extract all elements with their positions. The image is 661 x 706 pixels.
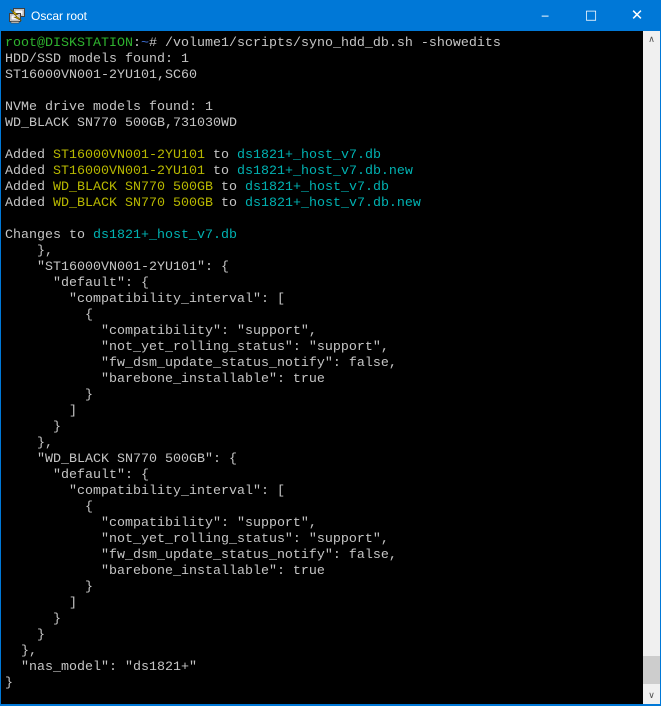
terminal-line: } — [5, 388, 643, 404]
scrollbar-track[interactable] — [643, 48, 660, 687]
terminal-line: } — [5, 628, 643, 644]
terminal-line: "not_yet_rolling_status": "support", — [5, 532, 643, 548]
terminal-line: "fw_dsm_update_status_notify": false, — [5, 356, 643, 372]
chevron-down-icon: ∨ — [648, 691, 655, 701]
terminal-line: "default": { — [5, 276, 643, 292]
window-title: Oscar root — [31, 9, 522, 23]
terminal-line: "ST16000VN001-2YU101": { — [5, 260, 643, 276]
terminal-line: } — [5, 580, 643, 596]
chevron-up-icon: ∧ — [648, 35, 655, 45]
terminal-line: "default": { — [5, 468, 643, 484]
caption-buttons: ─ □ ✕ — [522, 0, 660, 31]
terminal-line: Changes to ds1821+_host_v7.db — [5, 228, 643, 244]
terminal-line: "WD_BLACK SN770 500GB": { — [5, 452, 643, 468]
terminal-line: ST16000VN001-2YU101,SC60 — [5, 68, 643, 84]
terminal-line: { — [5, 308, 643, 324]
terminal-line: "compatibility_interval": [ — [5, 292, 643, 308]
window-body: root@DISKSTATION:~# /volume1/scripts/syn… — [1, 31, 660, 704]
terminal-line: ] — [5, 404, 643, 420]
terminal-line: "compatibility": "support", — [5, 516, 643, 532]
terminal-output[interactable]: root@DISKSTATION:~# /volume1/scripts/syn… — [1, 31, 643, 704]
putty-window: Oscar root ─ □ ✕ root@DISKSTATION:~# /vo… — [0, 0, 661, 706]
terminal-line: "not_yet_rolling_status": "support", — [5, 340, 643, 356]
terminal-line: ] — [5, 596, 643, 612]
minimize-icon: ─ — [542, 11, 549, 22]
scrollbar-up-button[interactable]: ∧ — [643, 31, 660, 48]
terminal-line: }, — [5, 644, 643, 660]
minimize-button[interactable]: ─ — [522, 0, 568, 31]
terminal-line: "compatibility_interval": [ — [5, 484, 643, 500]
terminal-line: HDD/SSD models found: 1 — [5, 52, 643, 68]
terminal-line: WD_BLACK SN770 500GB,731030WD — [5, 116, 643, 132]
maximize-icon: □ — [585, 9, 597, 22]
scrollbar-down-button[interactable]: ∨ — [643, 687, 660, 704]
terminal-line: "fw_dsm_update_status_notify": false, — [5, 548, 643, 564]
terminal-line: Added WD_BLACK SN770 500GB to ds1821+_ho… — [5, 180, 643, 196]
terminal-line: }, — [5, 436, 643, 452]
terminal-line: "barebone_installable": true — [5, 372, 643, 388]
scrollbar[interactable]: ∧ ∨ — [643, 31, 660, 704]
close-icon: ✕ — [631, 8, 644, 23]
terminal-line: Added ST16000VN001-2YU101 to ds1821+_hos… — [5, 164, 643, 180]
terminal-line: "nas_model": "ds1821+" — [5, 660, 643, 676]
terminal-line: "barebone_installable": true — [5, 564, 643, 580]
terminal-line: NVMe drive models found: 1 — [5, 100, 643, 116]
terminal-line — [5, 132, 643, 148]
terminal-line: } — [5, 420, 643, 436]
terminal-line: root@DISKSTATION:~# /volume1/scripts/syn… — [5, 36, 643, 52]
terminal-line: Added ST16000VN001-2YU101 to ds1821+_hos… — [5, 148, 643, 164]
terminal-line: Added WD_BLACK SN770 500GB to ds1821+_ho… — [5, 196, 643, 212]
scrollbar-thumb[interactable] — [643, 656, 660, 684]
terminal-line: }, — [5, 244, 643, 260]
titlebar[interactable]: Oscar root ─ □ ✕ — [1, 0, 660, 31]
close-button[interactable]: ✕ — [614, 0, 660, 31]
maximize-button[interactable]: □ — [568, 0, 614, 31]
terminal-line: { — [5, 500, 643, 516]
terminal-line — [5, 212, 643, 228]
terminal-line — [5, 84, 643, 100]
putty-icon — [9, 8, 25, 24]
terminal-line: } — [5, 676, 643, 692]
terminal-line: } — [5, 612, 643, 628]
terminal-line: "compatibility": "support", — [5, 324, 643, 340]
